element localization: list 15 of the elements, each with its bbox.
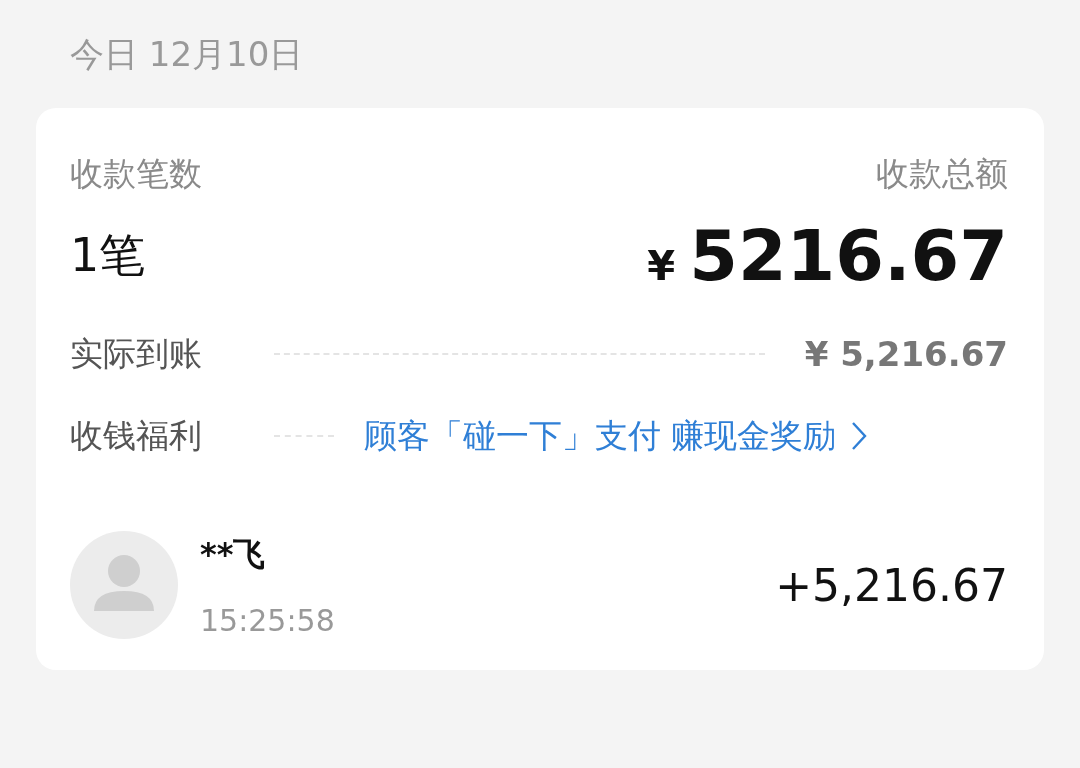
payer-name: **飞 (200, 533, 267, 575)
received-amount: ¥ 5,216.67 (804, 334, 1008, 374)
total-label: 收款总额 (876, 153, 1008, 195)
payment-amount: +5,216.67 (775, 559, 1008, 611)
promo-link[interactable]: 顾客「碰一下」支付 赚现金奖励 (364, 413, 867, 459)
count-value: 1笔 (70, 227, 146, 284)
detail-label: 实际到账 (70, 332, 202, 375)
currency-symbol: ¥ (647, 243, 676, 289)
count-label: 收款笔数 (70, 153, 202, 195)
avatar-icon (70, 531, 178, 639)
detail-label: 收钱福利 (70, 414, 202, 457)
payment-time: 15:25:58 (200, 602, 336, 638)
chevron-right-icon (850, 421, 867, 451)
total-amount: 5216.67 (689, 215, 1008, 297)
date-header: 今日 12月10日 (69, 33, 305, 76)
